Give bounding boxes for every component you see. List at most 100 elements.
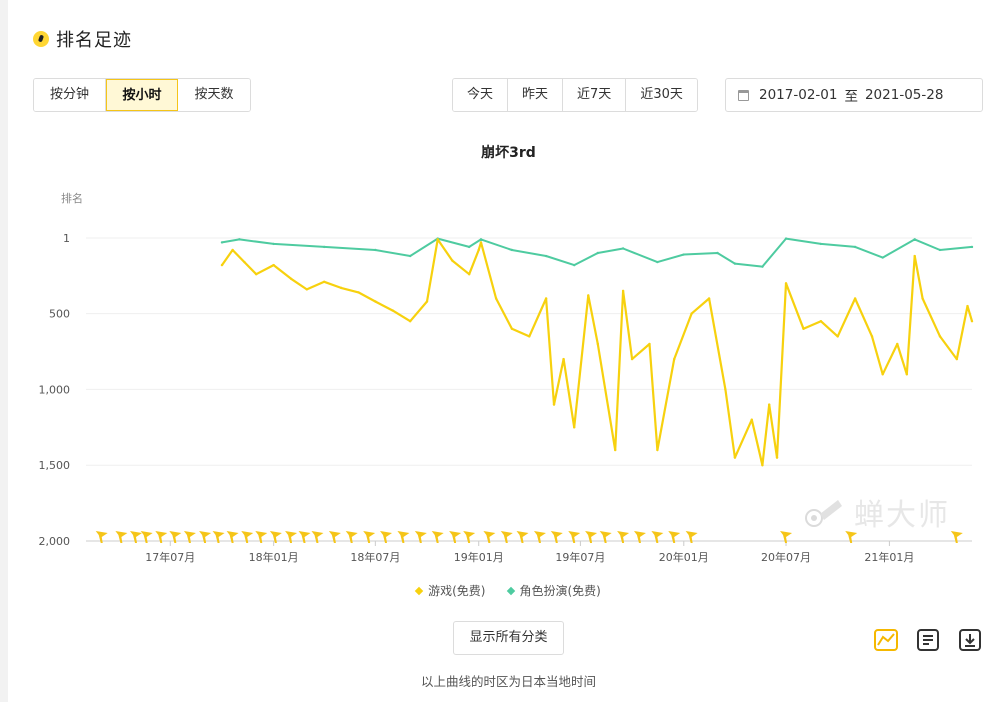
data-point-games: [750, 418, 753, 421]
data-point-games: [707, 297, 711, 300]
data-point-games: [621, 289, 625, 293]
watermark-text: 蝉大师: [854, 498, 950, 533]
data-point-games: [775, 456, 779, 459]
data-point-games: [656, 448, 659, 452]
x-tick-label: 19年01月: [454, 550, 504, 564]
data-point-games: [767, 403, 771, 406]
y-axis-label: 排名: [61, 191, 83, 205]
data-point-games: [870, 335, 874, 338]
data-point-games: [836, 335, 839, 338]
quick-range-group: 今天 昨天 近7天 近30天: [452, 78, 698, 112]
data-point-games: [648, 342, 651, 346]
data-point-rpg: [408, 254, 412, 258]
watermark: 蝉大师: [804, 490, 950, 534]
data-point-games: [323, 280, 326, 284]
data-point-games: [357, 291, 360, 294]
data-point-rpg: [970, 245, 974, 249]
date-separator: 至: [844, 89, 858, 105]
data-point-rpg: [938, 248, 942, 252]
data-point-games: [272, 263, 275, 267]
data-point-rpg: [596, 251, 600, 255]
data-point-rpg: [510, 248, 514, 252]
data-point-rpg: [621, 247, 625, 250]
line-chart-view-icon[interactable]: [873, 627, 899, 653]
data-point-games: [305, 288, 308, 291]
data-point-games: [494, 297, 498, 300]
data-point-rpg: [733, 262, 737, 265]
chart-title: 崩坏3rd: [481, 145, 536, 161]
data-point-rpg: [573, 263, 576, 267]
data-point-rpg: [272, 242, 275, 246]
x-tick-label: 19年07月: [555, 550, 605, 564]
data-point-rpg: [238, 238, 241, 241]
date-range-picker[interactable]: 2017-02-01 至 2021-05-28: [725, 78, 983, 112]
granularity-minute-button[interactable]: 按分钟: [34, 79, 106, 111]
data-point-rpg: [544, 254, 548, 258]
list-view-icon[interactable]: [915, 627, 941, 653]
data-point-games: [955, 357, 959, 361]
legend-swatch-games: [414, 586, 424, 595]
data-point-games: [913, 254, 916, 258]
legend-label-games: 游戏(免费): [428, 584, 486, 598]
data-point-games: [562, 357, 565, 361]
data-point-games: [425, 300, 429, 303]
data-point-games: [587, 294, 590, 297]
data-point-games: [255, 273, 258, 276]
data-point-rpg: [761, 265, 764, 268]
data-point-games: [784, 282, 788, 285]
data-point-rpg: [479, 238, 483, 241]
range-yesterday-button[interactable]: 昨天: [508, 79, 564, 111]
data-point-rpg: [220, 241, 224, 244]
data-point-games: [528, 335, 531, 338]
data-point-games: [596, 342, 600, 346]
data-point-games: [970, 320, 974, 323]
data-point-games: [510, 327, 514, 330]
data-point-games: [374, 300, 377, 303]
data-point-rpg: [374, 248, 377, 252]
range-today-button[interactable]: 今天: [453, 79, 509, 111]
data-point-games: [339, 286, 343, 290]
data-point-rpg: [819, 242, 823, 246]
x-tick-label: 20年01月: [659, 550, 709, 564]
data-point-games: [243, 260, 246, 264]
data-point-games: [573, 426, 576, 429]
data-point-games: [819, 320, 823, 323]
data-point-games: [614, 448, 617, 452]
date-start: 2017-02-01: [759, 87, 838, 103]
legend-item-games[interactable]: 游戏(免费): [414, 582, 486, 599]
data-point-games: [724, 388, 727, 391]
data-point-games: [853, 297, 857, 300]
range-7days-button[interactable]: 近7天: [563, 79, 627, 111]
legend-item-rpg[interactable]: 角色扮演(免费): [506, 582, 601, 599]
data-point-games: [436, 238, 439, 241]
granularity-day-button[interactable]: 按天数: [178, 79, 250, 111]
data-point-rpg: [682, 253, 685, 256]
show-all-categories-button[interactable]: 显示所有分类: [453, 621, 564, 655]
data-point-games: [921, 297, 924, 300]
download-icon[interactable]: [957, 627, 983, 653]
data-point-games: [881, 373, 884, 376]
x-tick-label: 18年07月: [350, 550, 400, 564]
data-point-games: [905, 373, 909, 376]
data-point-games: [802, 327, 805, 330]
granularity-group: 按分钟 按小时 按天数: [33, 78, 251, 112]
data-point-rpg: [784, 237, 788, 240]
legend-label-rpg: 角色扮演(免费): [519, 584, 601, 598]
data-point-games: [408, 320, 412, 323]
x-tick-label: 20年07月: [761, 550, 811, 564]
x-tick-label: 18年01月: [249, 550, 299, 564]
granularity-hour-button[interactable]: 按小时: [106, 79, 178, 111]
legend-swatch-rpg: [506, 586, 515, 595]
y-tick-label: 500: [49, 308, 70, 321]
data-point-rpg: [467, 245, 471, 249]
data-point-rpg: [913, 238, 916, 241]
data-point-games: [690, 312, 693, 315]
data-point-games: [552, 403, 556, 406]
data-point-games: [896, 342, 899, 346]
data-point-rpg: [881, 256, 884, 259]
data-point-games: [733, 456, 737, 459]
range-30days-button[interactable]: 近30天: [626, 79, 697, 111]
data-point-games: [477, 248, 480, 252]
chart-legend: 游戏(免费) 角色扮演(免费): [0, 582, 1000, 599]
series-line-games: [221, 238, 974, 467]
